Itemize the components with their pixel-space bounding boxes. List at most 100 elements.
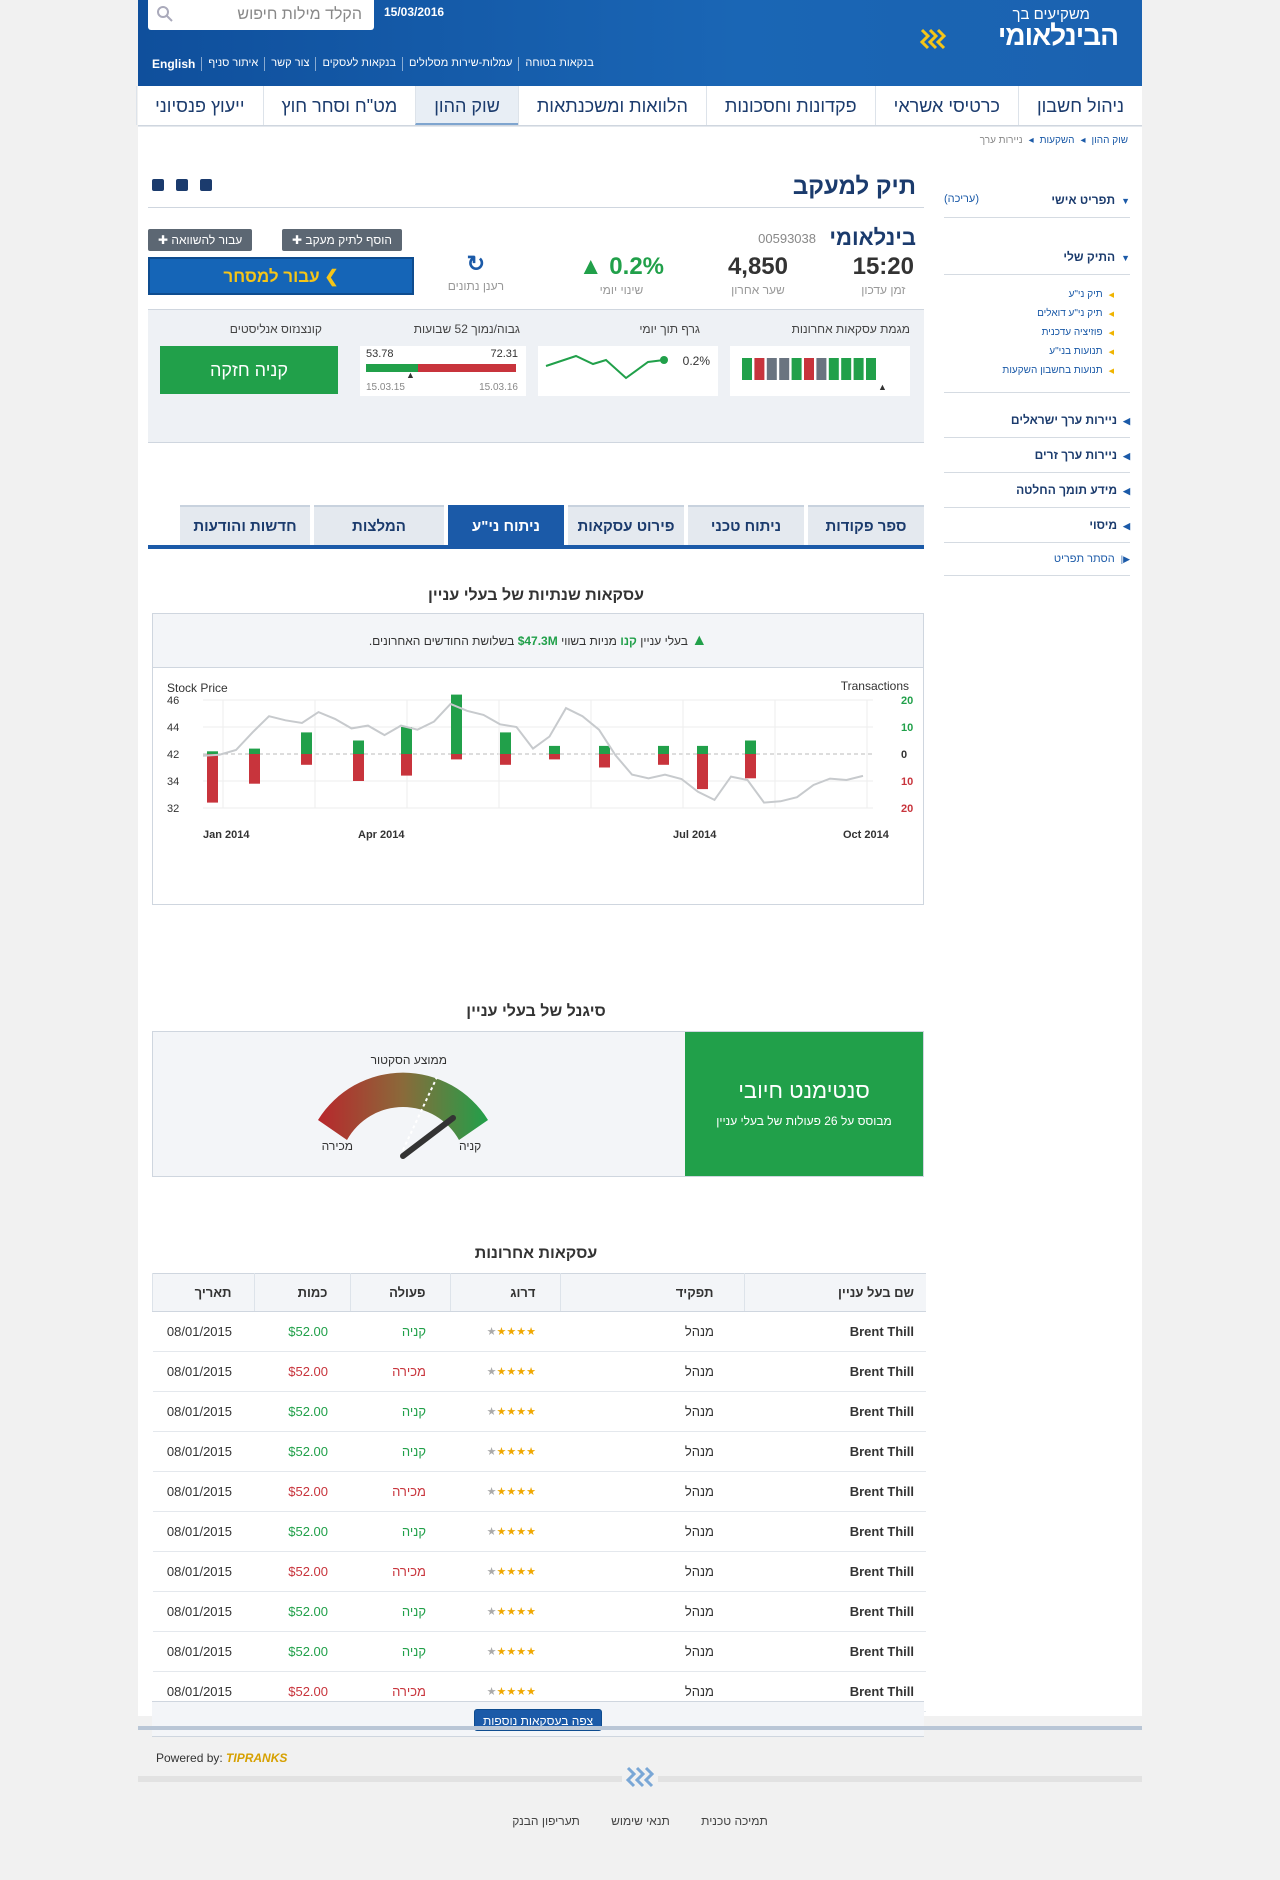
sentiment-value: סנטימנט חיובי [738,1078,870,1103]
time-value: 15:20 [852,253,914,280]
change-value: 0.2% [609,253,664,280]
trades-title: עסקאות אחרונות [474,1245,598,1262]
footer-links: תמיכה טכנית תנאי שימוש תעריפון הבנק [138,1814,1142,1828]
range-high: 72.31 [490,348,518,360]
tab-order-book[interactable]: ספר פקודות [808,505,924,545]
nav-deposits[interactable]: פקדונות וחסכונות [705,86,875,125]
link-branch[interactable]: איתור סניף [201,57,264,71]
mobile-icon[interactable] [200,179,212,191]
footer-support[interactable]: תמיכה טכנית [701,1814,768,1828]
nav-credit-cards[interactable]: כרטיסי אשראי [874,86,1018,125]
compare-button[interactable]: ✚ עבור להשוואה [148,229,253,251]
insider-name[interactable]: Brent Thill [744,1431,926,1472]
buy-bar [697,745,708,754]
link-business[interactable]: בנקאות לעסקים [315,57,401,71]
table-row: Brent Thill מנהל ★★★★★ קניה $52.00 08/01/2015 [152,1431,926,1472]
table-row: Brent Thill מנהל ★★★★★ מכירה $52.00 08/01/201… [152,1471,926,1512]
nav-pension[interactable]: ייעוץ פנסיוני [136,86,262,125]
nav-forex[interactable]: מט"ח וסחר חוץ [262,86,416,125]
bank-logo[interactable]: משקיעים בך הבינלאומי [918,6,1119,52]
insider-rating-stars: ★★★★★ [450,1311,560,1352]
insider-rating-stars: ★★★★★ [450,1631,560,1672]
insider-chart-box: ▲ בעלי עניין קנו מניות בשווי $47.3M בשלו… [152,613,924,905]
nav-account[interactable]: ניהול חשבון [1017,86,1142,125]
recent-trend-label: מגמת עסקאות אחרונות [791,322,910,336]
buy-bar [353,740,364,754]
insider-name[interactable]: Brent Thill [744,1591,926,1632]
insider-name[interactable]: Brent Thill [744,1471,926,1512]
sidebar-israeli-securities[interactable]: ◀ניירות ערך ישראלים [944,403,1130,438]
refresh-label[interactable]: רענן נתונים [448,279,504,293]
sidebar-edit-link[interactable]: (עריכה) [944,193,979,205]
tab-trades[interactable]: פירוט עסקאות [568,505,684,545]
nav-loans[interactable]: הלוואות ומשכנתאות [517,86,706,125]
tab-recommendations[interactable]: המלצות [314,505,444,545]
signal-box: ממוצע הסקטור מכירה קניה סנטימנט חיובי מב… [152,1031,924,1177]
search-icon[interactable] [156,5,174,23]
recent-trend-widget: ▲ [730,346,910,396]
trade-amount: $52.00 [254,1631,350,1672]
insider-name[interactable]: Brent Thill [744,1511,926,1552]
link-fees[interactable]: עמלות-שירות מסלולים [401,57,518,71]
print-icon[interactable] [152,179,164,191]
trend-marker-icon: ▲ [878,382,887,392]
y-right-tick: 20 [901,695,913,707]
sidebar-item-movements[interactable]: תנועות בני"ע [944,342,1114,361]
insider-name[interactable]: Brent Thill [744,1551,926,1592]
trade-action: קניה [350,1511,450,1552]
sidebar-item-account-movements[interactable]: תנועות בחשבון השקעות [944,361,1114,380]
sidebar-item-position[interactable]: פוזיציה עדכנית [944,323,1114,342]
tab-technical[interactable]: ניתוח טכני [688,505,804,545]
breadcrumb-item[interactable]: השקעות [1040,135,1075,146]
sidebar-decision-info[interactable]: ◀מידע תומך החלטה [944,473,1130,508]
trade-action: קניה [350,1631,450,1672]
metric-change: ▲ 0.2% שינוי יומי [579,253,664,297]
buy-bar [500,732,511,754]
sidebar-foreign-securities[interactable]: ◀ניירות ערך זרים [944,438,1130,473]
y-left-tick: 34 [167,776,179,788]
gauge-sector-label: ממוצע הסקטור [371,1053,447,1067]
add-watch-button[interactable]: ✚ הוסף לתיק מעקב [282,229,402,251]
tipranks-logo[interactable]: TIPRANKS [226,1751,287,1765]
x-tick: Jan 2014 [203,829,250,841]
sidebar-personal-menu[interactable]: ▼תפריט אישי (עריכה) [944,183,1130,218]
breadcrumb-item[interactable]: שוק ההון [1092,135,1128,146]
save-icon[interactable] [176,179,188,191]
refresh[interactable]: ↻ רענן נתונים [448,251,504,293]
trade-date: 08/01/2015 [152,1471,254,1512]
sidebar-item-securities[interactable]: תיק ני"ע [944,285,1114,304]
trade-button[interactable]: עבור למסחר ❮ [148,257,414,295]
tab-news[interactable]: חדשות והודעות [180,505,310,545]
toolbar [152,179,212,191]
link-contact[interactable]: צור קשר [264,57,315,71]
sell-bar [658,754,669,765]
insider-name[interactable]: Brent Thill [744,1311,926,1352]
buy-bar [401,727,412,754]
insider-rating-stars: ★★★★★ [450,1591,560,1632]
sidebar-item-dual[interactable]: תיק ני"ע דואלים [944,304,1114,323]
tab-analysis[interactable]: ניתוח ני"ע [448,505,564,545]
sidebar-hide-menu[interactable]: ▶|הסתר תפריט [944,543,1130,576]
insider-name[interactable]: Brent Thill [744,1391,926,1432]
trend-bar [828,358,839,380]
main-nav: ניהול חשבון כרטיסי אשראי פקדונות וחסכונו… [136,86,1142,126]
insider-rating-stars: ★★★★★ [450,1511,560,1552]
insider-name[interactable]: Brent Thill [744,1631,926,1672]
plus-icon: ✚ [292,233,303,247]
refresh-icon[interactable]: ↻ [448,251,504,277]
trade-date: 08/01/2015 [152,1551,254,1592]
search-box[interactable]: הקלד מילות חיפוש [148,0,374,30]
sell-bar [451,754,462,760]
footer-terms[interactable]: תנאי שימוש [611,1814,670,1828]
trade-date: 08/01/2015 [152,1591,254,1632]
sidebar-taxation[interactable]: ◀מיסוי [944,508,1130,543]
link-english[interactable]: English [152,57,201,71]
gauge-needle [400,1115,456,1159]
sidebar-my-portfolio[interactable]: ▼התיק שלי [944,240,1130,275]
footer-fees[interactable]: תעריפון הבנק [512,1814,580,1828]
link-secure[interactable]: בנקאות בטוחה [518,57,599,71]
insider-name[interactable]: Brent Thill [744,1351,926,1392]
trade-amount: $52.00 [254,1391,350,1432]
stock-id: 00593038 [758,231,816,246]
nav-capital-market[interactable]: שוק ההון [415,86,518,125]
